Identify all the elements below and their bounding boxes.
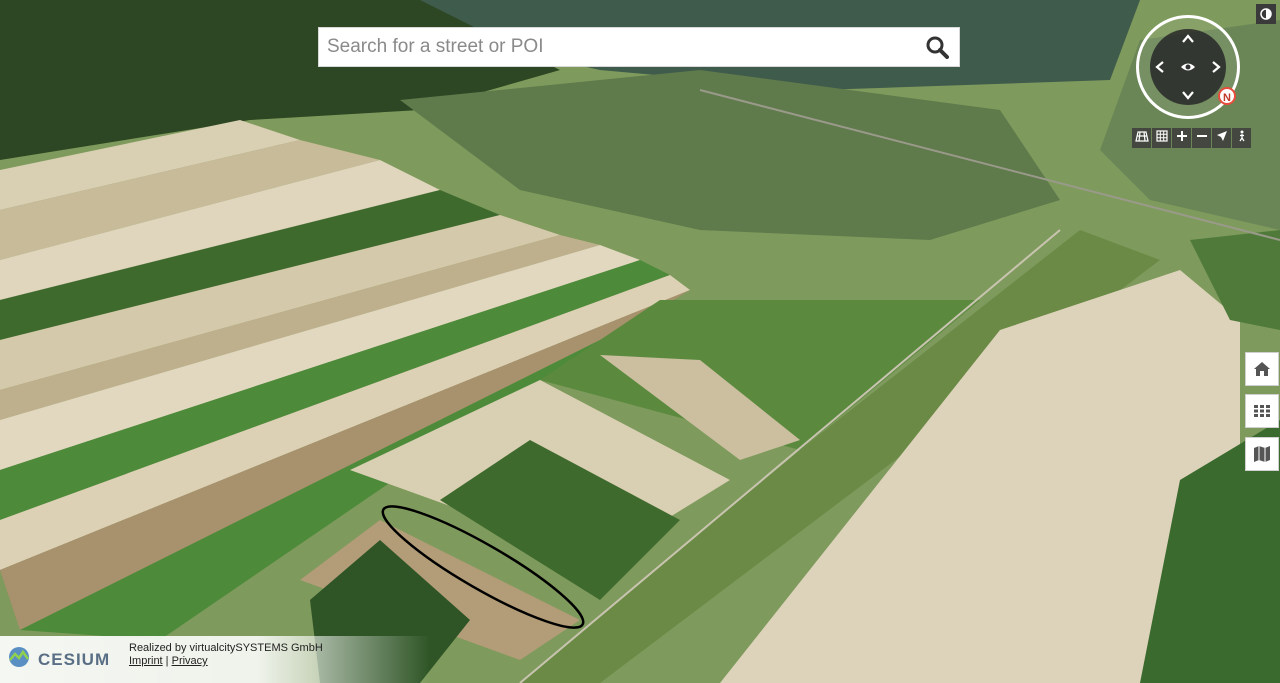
contrast-toggle-button[interactable] (1256, 4, 1276, 24)
person-icon (1238, 130, 1245, 142)
privacy-link[interactable]: Privacy (172, 655, 208, 667)
eye-icon[interactable] (1180, 59, 1196, 75)
grid-icon (1155, 130, 1168, 142)
search-bar (318, 27, 960, 67)
link-separator: | (162, 655, 172, 667)
arrow-right-icon[interactable] (1208, 59, 1224, 75)
locate-icon (1216, 131, 1227, 141)
home-icon (1254, 362, 1270, 376)
credit-block: Realized by virtualcitySYSTEMS GmbH Impr… (129, 642, 323, 668)
search-button[interactable] (915, 28, 959, 66)
credit-text: Realized by virtualcitySYSTEMS GmbH (129, 642, 323, 654)
layers-grid-button[interactable] (1245, 394, 1279, 428)
layers-grid-icon (1254, 405, 1270, 417)
north-indicator[interactable]: N (1218, 87, 1236, 105)
arrow-left-icon[interactable] (1152, 59, 1168, 75)
3d-view-icon (1134, 131, 1149, 142)
aerial-map-view[interactable] (0, 0, 1280, 683)
pedestrian-button[interactable] (1232, 128, 1251, 148)
arrow-down-icon[interactable] (1180, 87, 1196, 103)
3d-view-button[interactable] (1132, 128, 1151, 148)
locate-button[interactable] (1212, 128, 1231, 148)
footer-attribution: CESIUM Realized by virtualcitySYSTEMS Gm… (0, 636, 430, 683)
navigation-toolbar (1131, 128, 1251, 148)
zoom-in-button[interactable] (1172, 128, 1191, 148)
cesium-logo-text: CESIUM (38, 650, 111, 669)
zoom-in-icon (1176, 131, 1187, 141)
contrast-icon (1260, 8, 1272, 20)
search-input[interactable] (319, 29, 915, 65)
arrow-up-icon[interactable] (1180, 31, 1196, 47)
zoom-out-icon (1196, 135, 1207, 137)
credit-links: Imprint | Privacy (129, 655, 323, 668)
imprint-link[interactable]: Imprint (129, 655, 163, 667)
navigation-compass[interactable]: N (1136, 15, 1240, 119)
map-icon (1254, 446, 1270, 462)
grid-button[interactable] (1152, 128, 1171, 148)
cesium-globe-icon (9, 647, 30, 667)
cesium-logo[interactable]: CESIUM (8, 646, 110, 670)
zoom-out-button[interactable] (1192, 128, 1211, 148)
map-button[interactable] (1245, 437, 1279, 471)
search-icon (926, 36, 949, 59)
home-button[interactable] (1245, 352, 1279, 386)
